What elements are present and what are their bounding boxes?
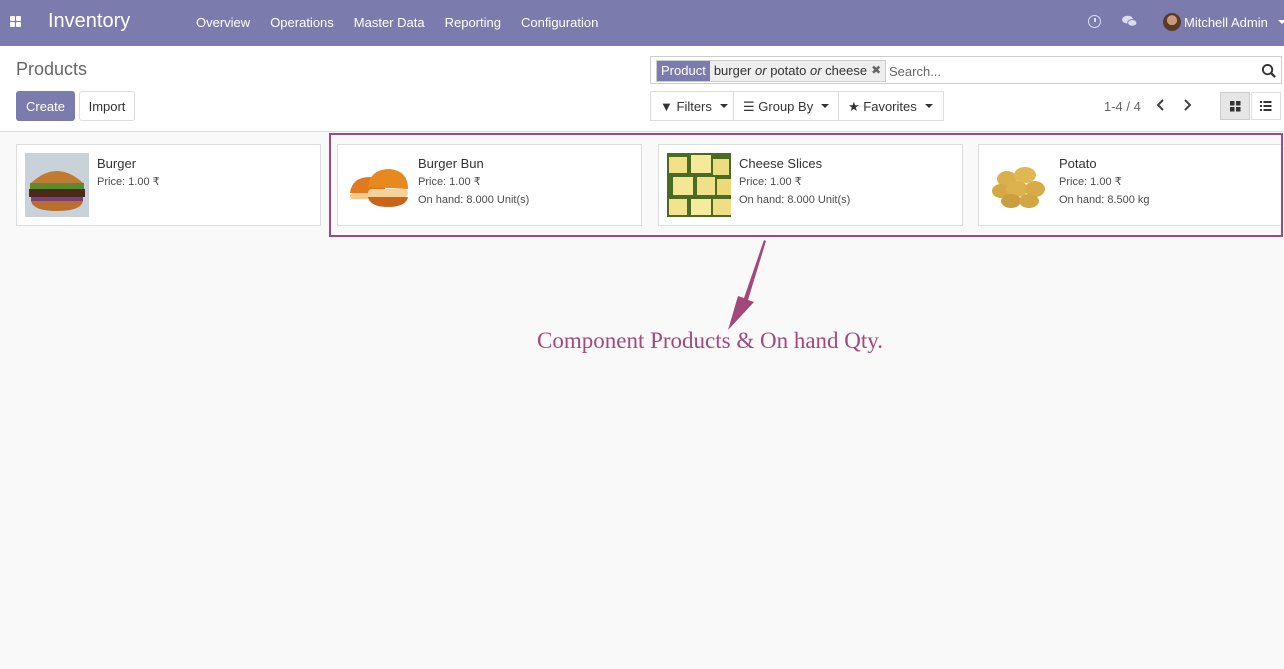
facet-label: Product bbox=[657, 61, 710, 81]
menu-operations[interactable]: Operations bbox=[270, 15, 334, 30]
search-icon[interactable] bbox=[1261, 63, 1276, 78]
pager-value[interactable]: 1-4 / 4 bbox=[1104, 99, 1141, 114]
user-avatar[interactable] bbox=[1163, 13, 1181, 31]
facet-values: burger or potato or cheese bbox=[713, 63, 868, 78]
annotation-text: Component Products & On hand Qty. bbox=[537, 328, 884, 353]
product-name: Burger bbox=[97, 156, 137, 171]
apps-grid-icon[interactable] bbox=[10, 16, 22, 28]
product-price: Price: 1.00 ₹ bbox=[97, 176, 160, 188]
annotation-arrow-icon bbox=[728, 240, 766, 330]
chevron-down-icon[interactable] bbox=[1278, 20, 1284, 24]
list-icon bbox=[1260, 101, 1272, 111]
chevron-down-icon bbox=[821, 104, 830, 108]
chevron-left-icon[interactable] bbox=[1153, 97, 1167, 113]
clock-icon[interactable] bbox=[1088, 15, 1101, 28]
create-button[interactable]: Create bbox=[16, 91, 75, 121]
list-view-button[interactable] bbox=[1251, 92, 1281, 120]
favorites-dropdown[interactable]: ★ Favorites bbox=[838, 91, 944, 121]
search-box[interactable]: Product burger or potato or cheese ✖ bbox=[650, 56, 1282, 84]
filters-dropdown[interactable]: ▼ Filters bbox=[650, 91, 739, 121]
favorites-label: Favorites bbox=[863, 99, 917, 114]
control-panel: Products Create Import Product burger or… bbox=[0, 46, 1284, 132]
filters-label: Filters bbox=[676, 99, 712, 114]
burger-image bbox=[25, 153, 89, 217]
menu-reporting[interactable]: Reporting bbox=[445, 15, 501, 30]
user-menu[interactable]: Mitchell Admin bbox=[1184, 15, 1268, 30]
page-title: Products bbox=[16, 59, 88, 79]
import-button[interactable]: Import bbox=[79, 91, 135, 121]
search-facet: Product burger or potato or cheese ✖ bbox=[656, 60, 887, 82]
groupby-label: Group By bbox=[758, 99, 814, 114]
menu-configuration[interactable]: Configuration bbox=[521, 15, 598, 30]
chevron-down-icon bbox=[719, 104, 728, 108]
chevron-down-icon bbox=[924, 104, 933, 108]
list-bars-icon: ☰ bbox=[743, 99, 755, 114]
kanban-grid-icon bbox=[1230, 101, 1241, 112]
top-navbar: Inventory Overview Operations Master Dat… bbox=[0, 0, 1284, 46]
app-brand[interactable]: Inventory bbox=[48, 10, 130, 33]
main-menu: Overview Operations Master Data Reportin… bbox=[186, 15, 608, 30]
filter-icon: ▼ bbox=[660, 99, 673, 114]
search-input[interactable] bbox=[887, 61, 1251, 81]
groupby-dropdown[interactable]: ☰ Group By bbox=[733, 91, 841, 121]
close-icon[interactable]: ✖ bbox=[871, 61, 885, 81]
star-icon: ★ bbox=[848, 99, 860, 114]
product-card-burger[interactable]: Burger Price: 1.00 ₹ bbox=[16, 144, 321, 226]
chat-icon[interactable] bbox=[1122, 15, 1137, 28]
menu-overview[interactable]: Overview bbox=[196, 15, 250, 30]
chevron-right-icon[interactable] bbox=[1181, 97, 1195, 113]
kanban-view-button[interactable] bbox=[1220, 92, 1250, 120]
menu-master-data[interactable]: Master Data bbox=[354, 15, 425, 30]
annotation-highlight-box bbox=[329, 133, 1283, 237]
